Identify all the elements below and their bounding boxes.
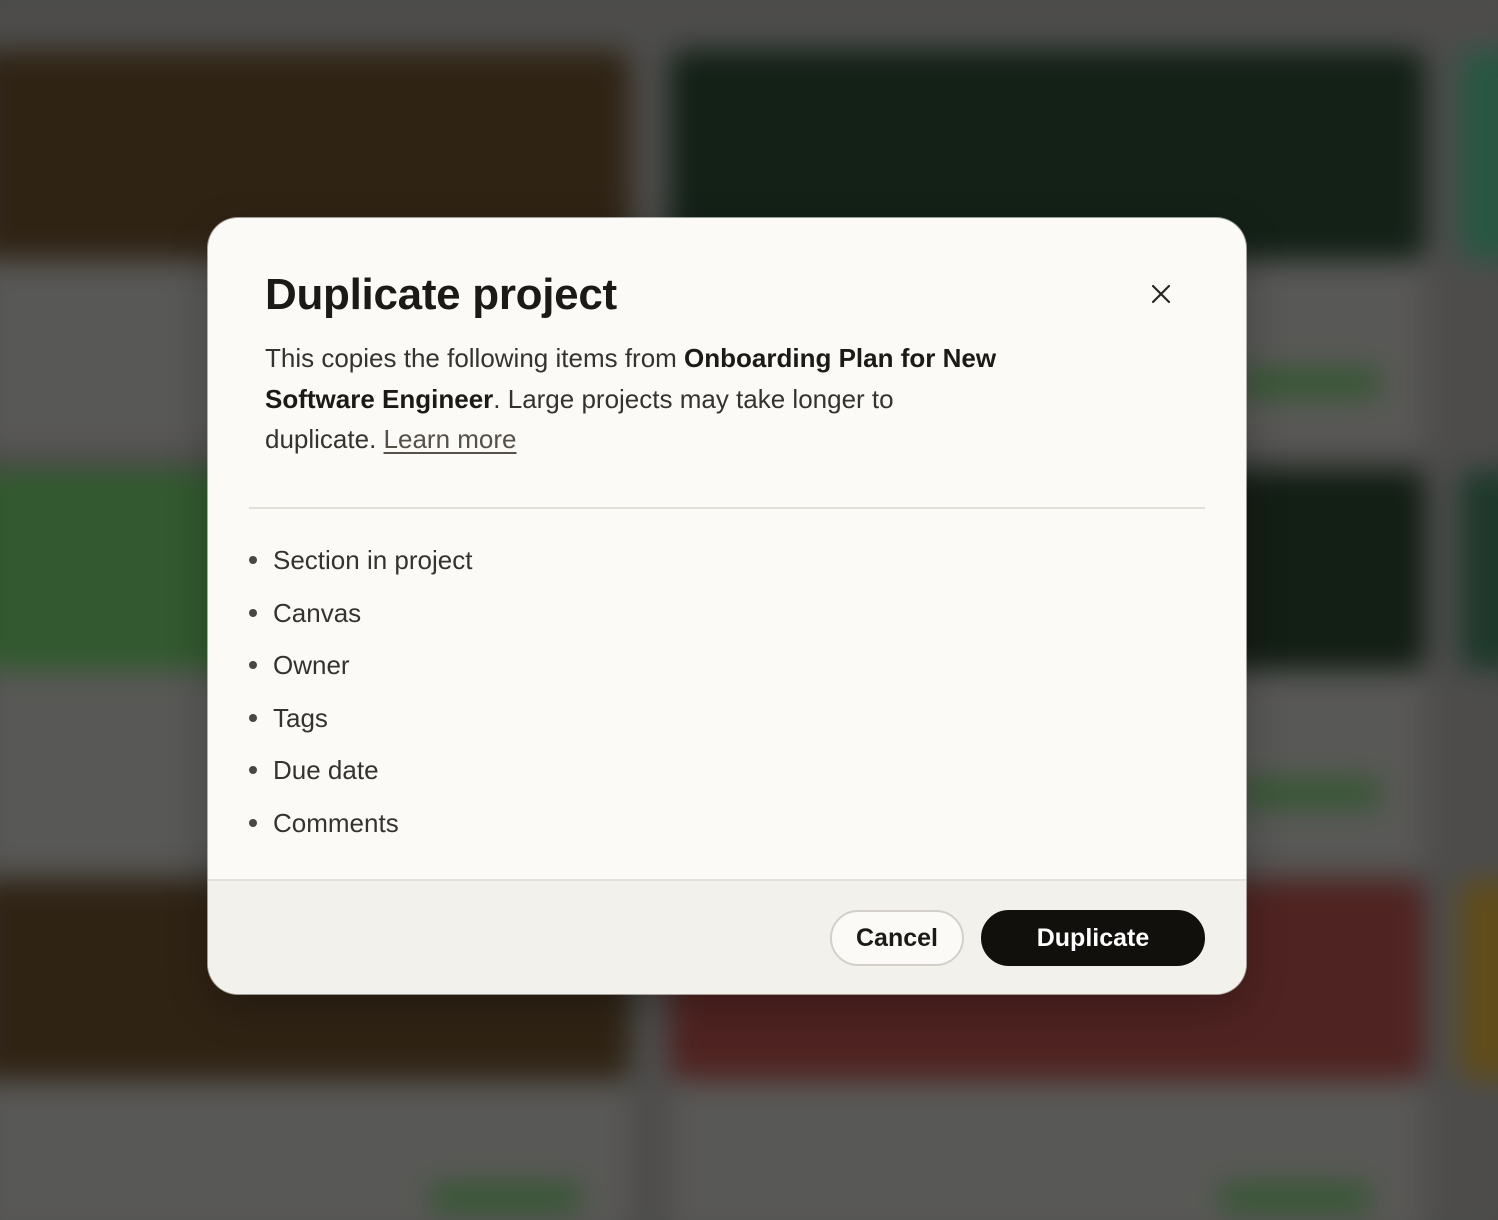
close-icon xyxy=(1151,284,1171,304)
learn-more-link[interactable]: Learn more xyxy=(384,424,517,454)
description-prefix: This copies the following items from xyxy=(265,343,685,373)
cancel-button[interactable]: Cancel xyxy=(830,910,964,966)
close-button[interactable] xyxy=(1143,276,1179,312)
divider xyxy=(249,507,1205,509)
list-item: Due date xyxy=(248,746,472,799)
dialog-description: This copies the following items from Onb… xyxy=(265,338,1005,460)
list-item: Owner xyxy=(248,641,472,694)
dialog-footer: Cancel Duplicate xyxy=(208,879,1246,994)
duplicated-items-list: Section in project Canvas Owner Tags Due… xyxy=(248,536,472,851)
list-item: Section in project xyxy=(248,536,472,589)
duplicate-project-dialog: Duplicate project This copies the follow… xyxy=(208,218,1246,994)
list-item: Canvas xyxy=(248,589,472,642)
dialog-title: Duplicate project xyxy=(265,270,617,319)
list-item: Comments xyxy=(248,799,472,852)
duplicate-button[interactable]: Duplicate xyxy=(981,910,1205,966)
list-item: Tags xyxy=(248,694,472,747)
